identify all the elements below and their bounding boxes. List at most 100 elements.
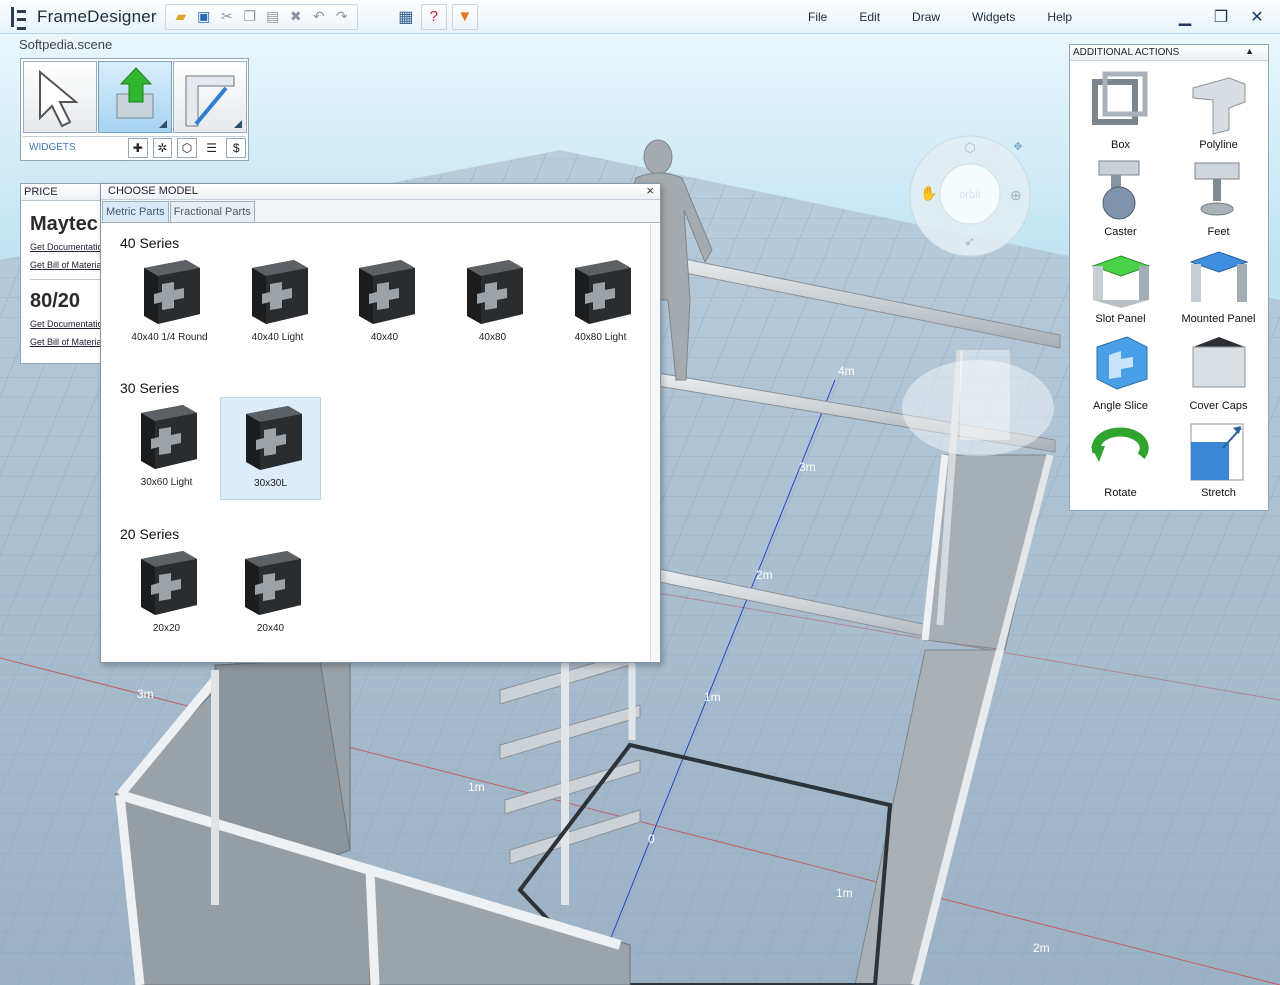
pan-hand-icon[interactable]: ✋ [920, 185, 937, 201]
action-mounted-panel-button[interactable]: Mounted Panel [1170, 242, 1267, 329]
quick-access-toolbar: ▰ ▣ ✂ ❐ ▤ ✖ ↶ ↷ [164, 3, 358, 30]
part-tile[interactable]: 20x40 [220, 543, 321, 646]
part-tile[interactable]: 20x20 [116, 543, 217, 646]
grid-snap-icon[interactable]: ▦ [396, 7, 416, 27]
view-cube-icon[interactable]: ⬡ [964, 140, 975, 155]
action-box-button[interactable]: Box [1072, 68, 1169, 155]
part-label: 40x40 Light [251, 332, 304, 343]
dialog-scrollbar[interactable] [650, 224, 660, 662]
part-label: 30x60 Light [140, 477, 193, 488]
part-tile[interactable]: 40x40 1/4 Round [119, 252, 220, 355]
frame-post[interactable] [365, 869, 380, 985]
add-widget-icon[interactable]: ✚ [127, 137, 148, 158]
vendor-name-maytec: Maytec [30, 213, 98, 235]
part-tile[interactable]: 40x80 Light [550, 252, 651, 355]
copy-icon[interactable]: ❐ [240, 7, 260, 27]
choose-model-dialog: CHOOSE MODEL × Metric Parts Fractional P… [100, 183, 661, 663]
move-up-arrow-icon [116, 67, 167, 128]
action-angle-slice-button[interactable]: Angle Slice [1072, 329, 1169, 416]
part-label: 40x40 [370, 332, 399, 343]
close-icon[interactable]: ✕ [1246, 6, 1268, 28]
dim-label: 2m [756, 568, 773, 582]
part-tile[interactable]: 40x80 [442, 252, 543, 355]
redo-icon[interactable]: ↷ [332, 7, 352, 27]
part-label: 20x20 [152, 623, 181, 634]
get-bill-of-materials-link[interactable]: Get Bill of Materials [30, 260, 103, 270]
tab-fractional-parts[interactable]: Fractional Parts [169, 201, 255, 222]
walk-icon[interactable]: ➶ [964, 234, 975, 249]
stretch-icon [1190, 423, 1244, 481]
menu-file[interactable]: File [808, 10, 827, 24]
action-feet-button[interactable]: Feet [1170, 155, 1267, 242]
get-documentation-link[interactable]: Get Documentation [30, 242, 103, 252]
zoom-icon[interactable]: ⊕ [1010, 187, 1022, 203]
save-icon[interactable]: ▣ [194, 7, 214, 27]
menu-edit[interactable]: Edit [859, 10, 880, 24]
caster-icon [1098, 160, 1140, 220]
app-title: FrameDesigner [37, 6, 157, 26]
select-tool-button[interactable] [23, 61, 97, 133]
action-caster-button[interactable]: Caster [1072, 155, 1169, 242]
menu-bar: File Edit Draw Widgets Help [808, 0, 1104, 34]
restore-icon[interactable]: ❐ [1210, 6, 1232, 28]
part-tile[interactable]: 40x40 [334, 252, 435, 355]
cut-icon[interactable]: ✂ [217, 7, 237, 27]
help-icon[interactable]: ? [420, 3, 447, 30]
part-tile[interactable]: 30x60 Light [116, 397, 217, 500]
action-cover-caps-button[interactable]: Cover Caps [1170, 329, 1267, 416]
open-folder-icon[interactable]: ▰ [171, 7, 191, 27]
dialog-title: CHOOSE MODEL [108, 185, 198, 197]
get-documentation-link[interactable]: Get Documentation [30, 319, 103, 329]
snap-target-icon[interactable]: ✲ [152, 137, 173, 158]
collapse-icon[interactable]: ▲ [1245, 46, 1254, 56]
model-list: 40 Series 30 Series 20 Series 40x40 1/4 … [101, 224, 650, 662]
part-tile[interactable]: 30x30L [220, 397, 321, 500]
minimize-icon[interactable]: ▁ [1174, 6, 1196, 28]
extrusion-profile-icon [141, 551, 197, 615]
extrusion-profile-icon [144, 260, 200, 324]
additional-actions-panel: ADDITIONAL ACTIONS ▲ Box Polyline Caster Fe… [1069, 44, 1269, 511]
menu-draw[interactable]: Draw [912, 10, 940, 24]
action-slot-panel-button[interactable]: Slot Panel [1072, 242, 1169, 329]
extrusion-profile-icon [245, 551, 301, 615]
delete-icon[interactable]: ✖ [286, 7, 306, 27]
orbit-label: orbit [959, 189, 980, 201]
extrusion-profile-icon [141, 405, 197, 469]
series-title: 20 Series [120, 526, 180, 542]
action-label: Angle Slice [1092, 400, 1149, 412]
list-icon[interactable]: ☰ [202, 138, 222, 158]
tab-metric-parts[interactable]: Metric Parts [102, 201, 169, 222]
feet-icon [1194, 162, 1240, 216]
action-label: Polyline [1199, 139, 1238, 151]
move-widget-button[interactable] [98, 61, 172, 133]
filter-icon[interactable]: ▼ [451, 3, 478, 30]
price-panel-header: PRICE [21, 184, 103, 201]
widgets-panel: WIDGETS ✚ ✲ ⬡ ☰ $ [20, 58, 249, 161]
paste-icon[interactable]: ▤ [263, 7, 283, 27]
get-bill-of-materials-link[interactable]: Get Bill of Materials [30, 337, 103, 347]
widgets-footer: WIDGETS ✚ ✲ ⬡ ☰ $ [23, 136, 246, 158]
vendor-name-8020: 80/20 [30, 290, 81, 312]
navigation-wheel[interactable]: orbit ⬡ ✥ ✋ ⊕ ➶ [908, 134, 1032, 258]
dim-label: 1m [836, 886, 853, 900]
additional-actions-header: ADDITIONAL ACTIONS ▲ [1070, 45, 1268, 61]
extrusion-profile-icon [252, 260, 308, 324]
price-dollar-icon[interactable]: $ [226, 137, 246, 158]
menu-widgets[interactable]: Widgets [972, 10, 1015, 24]
cover-caps-icon [1192, 337, 1246, 388]
scene-file-name: Softpedia.scene [19, 37, 113, 52]
selected-part-ghost[interactable] [960, 350, 1010, 440]
menu-help[interactable]: Help [1047, 10, 1072, 24]
undo-icon[interactable]: ↶ [309, 7, 329, 27]
price-panel: PRICE Maytec Get Documentation Get Bill … [20, 183, 104, 364]
part-tile[interactable]: 40x40 Light [227, 252, 328, 355]
action-stretch-button[interactable]: Stretch [1170, 416, 1267, 503]
pin-icon[interactable]: ✥ [1013, 141, 1022, 153]
draw-frame-button[interactable] [173, 61, 247, 133]
action-polyline-button[interactable]: Polyline [1170, 68, 1267, 155]
part-label: 20x40 [256, 623, 285, 634]
action-label: Cover Caps [1189, 400, 1248, 412]
close-icon[interactable]: × [646, 183, 654, 198]
cube-icon[interactable]: ⬡ [177, 137, 197, 158]
action-rotate-button[interactable]: Rotate [1072, 416, 1169, 503]
